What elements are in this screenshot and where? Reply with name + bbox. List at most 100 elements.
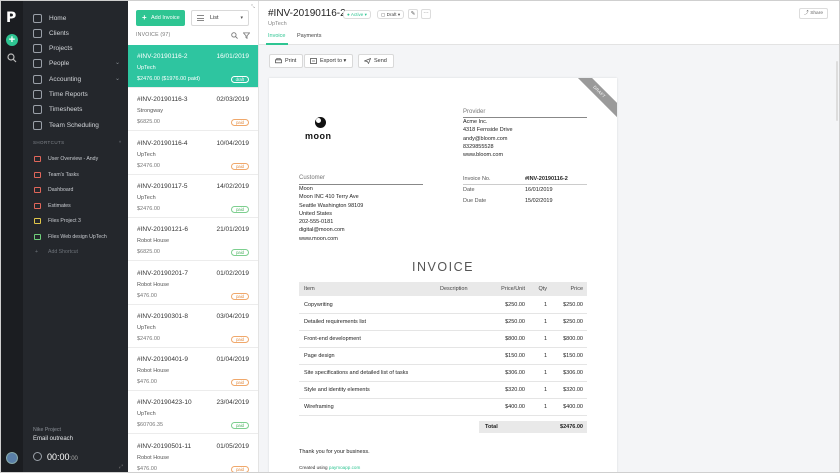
share-button[interactable]: ⤴ Share	[799, 8, 828, 19]
tab-invoice[interactable]: Invoice	[268, 33, 285, 39]
expand-icon[interactable]: ⤢	[119, 464, 123, 470]
search-icon[interactable]	[7, 53, 17, 63]
add-invoice-button[interactable]: + Add Invoice	[136, 10, 185, 26]
paymo-link[interactable]: paymoapp.com	[329, 465, 360, 470]
add-shortcut-button[interactable]: + Add Shortcut	[23, 246, 128, 258]
invoice-client: Robot House	[137, 454, 170, 461]
invoice-list-item[interactable]: #INV-20190121-6 21/01/2019 Robot House $682…	[128, 218, 258, 262]
shortcut-item[interactable]: Files Web design UpTech	[23, 231, 128, 243]
invoice-number: #INV-20190501-11	[137, 442, 192, 450]
plus-icon: +	[142, 13, 147, 22]
divider	[463, 184, 587, 185]
timer-display[interactable]: 00:00:00	[33, 452, 78, 462]
table-row: Copywriting $250.00 1 $250.00	[299, 297, 587, 314]
invoice-amount: $2476.00	[137, 205, 160, 212]
more-icon[interactable]: ⋯	[421, 9, 431, 19]
invoice-list-item[interactable]: #INV-20190116-4 10/04/2019 UpTech $2476.00 p…	[128, 132, 258, 175]
shortcut-label: Team's Tasks	[48, 171, 79, 178]
provider-line: www.bloom.com	[463, 152, 504, 159]
collapse-icon[interactable]: ^	[119, 140, 122, 145]
export-button[interactable]: Export to ▾	[304, 54, 354, 68]
moon-logo-icon	[315, 117, 326, 128]
invoice-date: 01/02/2019	[216, 269, 249, 277]
item-name: Style and identity elements	[304, 387, 370, 393]
sidebar-item-home[interactable]: Home	[23, 11, 128, 26]
invoice-amount: $60706.35	[137, 422, 163, 429]
provider-details: Acme Inc. 4318 Fernside Drive andy@bloom.c…	[463, 118, 513, 159]
invoice-heading: INVOICE	[412, 260, 474, 274]
tab-payments[interactable]: Payments	[297, 33, 321, 39]
sidebar-item-timesheets[interactable]: Timesheets	[23, 102, 128, 117]
edit-icon[interactable]: ✎	[408, 9, 418, 19]
shortcut-item[interactable]: Dashboard	[23, 184, 128, 196]
items-table-header: Item Description Price/Unit Qty Price	[299, 282, 587, 296]
invoice-client: UpTech	[137, 151, 156, 158]
invoice-number: #INV-20190423-10	[137, 399, 192, 407]
invoice-client: UpTech	[137, 324, 156, 331]
invoice-list-item[interactable]: #INV-20190116-2 16/01/2019 UpTech $2476.00 …	[128, 45, 258, 88]
chevron-down-icon: ▾	[343, 58, 347, 64]
draft-status-dropdown[interactable]: ▢ Draft ▾	[377, 10, 405, 19]
shortcut-item[interactable]: Estimates	[23, 200, 128, 212]
send-button[interactable]: Send	[358, 54, 394, 68]
provider-line: 4318 Fernside Drive	[463, 127, 513, 134]
sidebar-item-team-scheduling[interactable]: Team Scheduling	[23, 118, 128, 133]
shortcut-item[interactable]: Files Project 3	[23, 215, 128, 227]
sidebar-item-clients[interactable]: Clients	[23, 26, 128, 41]
invoice-list-item[interactable]: #INV-20190301-8 03/04/2019 UpTech $2476.00 p…	[128, 305, 258, 348]
sidebar-item-projects[interactable]: Projects	[23, 41, 128, 56]
invoice-list-item[interactable]: #INV-20190116-3 02/03/2019 Strongway $6825.…	[128, 88, 258, 132]
quick-add-button[interactable]: +	[6, 34, 18, 46]
invoice-list-item[interactable]: #INV-20190423-10 23/04/2019 UpTech $60706.3…	[128, 391, 258, 435]
active-status-dropdown[interactable]: ● Active ▾	[343, 10, 371, 19]
sidebar-item-accounting[interactable]: Accounting ⌄	[23, 72, 128, 87]
table-row: Page design $150.00 1 $150.00	[299, 348, 587, 365]
status-badge: paid	[231, 379, 249, 387]
sidebar-item-time-reports[interactable]: Time Reports	[23, 87, 128, 102]
collapse-panel-icon[interactable]: ⤡	[251, 4, 255, 10]
invoice-list-item[interactable]: #INV-20190201-7 01/02/2019 Robot House $476…	[128, 262, 258, 305]
customer-line: United States	[299, 210, 333, 217]
shortcut-icon	[34, 156, 41, 162]
sidebar-item-label: Time Reports	[49, 91, 88, 98]
status-badge: paid	[231, 162, 249, 170]
table-row: Site specifications and detailed list of…	[299, 365, 587, 382]
invoice-list-item[interactable]: #INV-20190401-9 01/04/2019 Robot House $476…	[128, 348, 258, 392]
app-logo[interactable]: P	[6, 11, 18, 25]
invoice-number: #INV-20190116-4	[137, 139, 188, 147]
home-icon	[33, 14, 42, 23]
customer-label: Customer	[299, 175, 326, 181]
customer-line: digital@moon.com	[299, 227, 345, 234]
shortcut-item[interactable]: Team's Tasks	[23, 169, 128, 181]
invoice-list-panel: + Add Invoice List ▾ ⤡ INVOICE (97) #INV-2…	[128, 1, 259, 472]
detail-header: #INV-20190116-2 UpTech ● Active ▾ ▢ Draf…	[259, 1, 839, 45]
sidebar-item-label: Timesheets	[49, 106, 83, 113]
invoice-date: 03/04/2019	[216, 312, 249, 320]
status-badge: paid	[231, 422, 249, 430]
view-select[interactable]: List ▾	[191, 10, 249, 26]
invoice-date: 14/02/2019	[216, 182, 249, 190]
shortcut-icon	[34, 187, 41, 193]
table-row: Detailed requirements list $250.00 1 $250.0…	[299, 314, 587, 331]
provider-line: Acme Inc.	[463, 119, 488, 125]
filter-icon[interactable]	[243, 32, 250, 39]
avatar[interactable]	[6, 452, 18, 464]
invoice-client: Strongway	[137, 108, 163, 115]
sidebar-item-people[interactable]: People ⌄	[23, 56, 128, 71]
shortcut-item[interactable]: User Overview - Andy	[23, 153, 128, 165]
invoice-amount: $476.00	[137, 379, 157, 386]
invoice-number: #INV-20190121-6	[137, 226, 188, 234]
reports-icon	[33, 90, 42, 99]
print-button[interactable]: Print	[269, 54, 304, 68]
scrollbar[interactable]	[836, 61, 838, 121]
invoice-date: 01/04/2019	[216, 356, 249, 364]
col-qty: Qty	[538, 286, 547, 292]
invoice-date: 23/04/2019	[216, 399, 249, 407]
search-icon[interactable]	[231, 32, 238, 39]
invoice-amount: $6825.00	[137, 249, 160, 256]
invoice-list-item[interactable]: #INV-20190117-5 14/02/2019 UpTech $2476.00 p…	[128, 175, 258, 218]
shortcut-icon	[34, 218, 41, 224]
invoice-list-item[interactable]: #INV-20190501-11 01/05/2019 Robot House $47…	[128, 435, 258, 472]
status-badge: paid	[231, 465, 249, 472]
timer-play-icon[interactable]	[33, 452, 42, 461]
